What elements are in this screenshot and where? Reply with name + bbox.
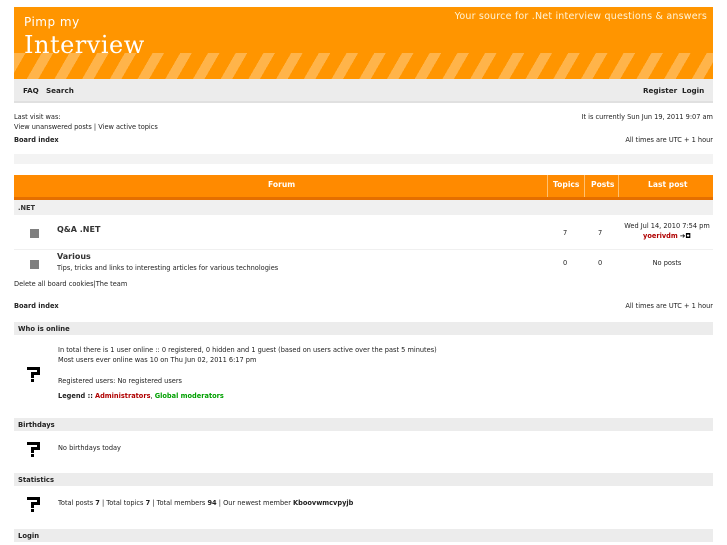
stat-label: | Our newest member: [216, 499, 293, 507]
who-online-panel: In total there is 1 user online :: 0 reg…: [14, 340, 713, 410]
active-topics-link[interactable]: View active topics: [98, 123, 158, 131]
link-divider: |: [93, 123, 97, 131]
view-latest-post-icon[interactable]: ➔◘: [680, 232, 691, 240]
header-separator: [547, 175, 548, 197]
online-record-text: Most users ever online was 10 on Thu Jun…: [58, 356, 257, 364]
forum-col-header: Forum: [268, 180, 296, 189]
topics-count: 0: [563, 259, 568, 267]
stat-label: | Total topics: [99, 499, 146, 507]
posts-count: 7: [598, 229, 603, 237]
spacer-band: [14, 154, 713, 164]
unanswered-posts-link[interactable]: View unanswered posts: [14, 123, 92, 131]
login-header: Login: [14, 529, 713, 542]
category-name[interactable]: .NET: [18, 204, 35, 212]
stats-icon: [27, 497, 40, 512]
statistics-text: Total posts 7 | Total topics 7 | Total m…: [58, 499, 353, 507]
login-link[interactable]: Login: [682, 86, 704, 95]
last-post-col-header: Last post: [648, 180, 688, 189]
topics-col-header: Topics: [553, 180, 580, 189]
stats-icon: [27, 442, 40, 457]
birthdays-text: No birthdays today: [58, 444, 121, 452]
faq-link[interactable]: FAQ: [23, 86, 39, 95]
topics-count: 7: [563, 229, 568, 237]
current-time-text: It is currently Sun Jun 19, 2011 9:07 am: [581, 113, 713, 121]
last-post-user[interactable]: yoerivdm: [643, 232, 678, 240]
birthdays-title: Birthdays: [18, 421, 55, 429]
last-visit-text: Last visit was:: [14, 113, 61, 121]
last-post-none: No posts: [652, 259, 682, 267]
legend-global-moderators[interactable]: Global moderators: [155, 392, 224, 400]
forum-title[interactable]: Various: [57, 252, 91, 261]
stat-label: | Total members: [150, 499, 208, 507]
view-links: View unanswered posts | View active topi…: [14, 123, 158, 131]
who-online-header: Who is online: [14, 322, 713, 335]
legend-comma: ,: [150, 392, 153, 400]
board-index-link[interactable]: Board index: [14, 136, 59, 144]
forum-description: Tips, tricks and links to interesting ar…: [57, 264, 279, 272]
header-banner: Pimp my Interview Your source for .Net i…: [14, 7, 713, 79]
last-post-info: yoerivdm ➔◘: [621, 232, 713, 240]
statistics-title: Statistics: [18, 476, 55, 484]
forum-read-icon: [30, 260, 39, 269]
logo-big-text[interactable]: Interview: [24, 31, 145, 59]
legend-administrators[interactable]: Administrators: [95, 392, 151, 400]
newest-member-link[interactable]: Kboovwmcvpyjb: [293, 499, 353, 507]
nav-bar: FAQ Search Register Login: [14, 79, 713, 103]
header-separator: [618, 175, 619, 197]
forum-table-header: Forum Topics Posts Last post: [14, 175, 713, 197]
delete-cookies-link[interactable]: Delete all board cookies: [14, 280, 94, 288]
login-title: Login: [18, 532, 40, 540]
header-separator: [584, 175, 585, 197]
posts-count: 0: [598, 259, 603, 267]
registered-users-text: Registered users: No registered users: [58, 377, 182, 385]
team-link[interactable]: The team: [96, 280, 127, 288]
register-link[interactable]: Register: [643, 86, 677, 95]
birthdays-header: Birthdays: [14, 418, 713, 431]
posts-col-header: Posts: [591, 180, 615, 189]
search-link[interactable]: Search: [46, 86, 74, 95]
logo-small-text[interactable]: Pimp my: [24, 15, 80, 29]
who-online-title[interactable]: Who is online: [18, 325, 70, 333]
forum-read-icon: [30, 229, 39, 238]
online-total-text: In total there is 1 user online :: 0 reg…: [58, 346, 437, 354]
stat-members: 94: [207, 499, 217, 507]
timezone-text: All times are UTC + 1 hour: [625, 136, 713, 144]
stats-icon: [27, 367, 40, 382]
site-tagline: Your source for .Net interview questions…: [454, 11, 707, 22]
timezone-text: All times are UTC + 1 hour: [625, 302, 713, 310]
board-footer-links: Delete all board cookies|The team: [14, 280, 127, 288]
birthdays-panel: No birthdays today: [14, 436, 713, 464]
legend: Legend :: Administrators, Global moderat…: [58, 392, 224, 400]
last-post-date: Wed Jul 14, 2010 7:54 pm: [624, 222, 710, 230]
forum-row: Q&A .NET 7 7 Wed Jul 14, 2010 7:54 pm yo…: [14, 216, 713, 250]
category-row: .NET: [14, 200, 713, 215]
stat-label: Total posts: [58, 499, 96, 507]
legend-label: Legend ::: [58, 392, 93, 400]
forum-title[interactable]: Q&A .NET: [57, 225, 100, 234]
statistics-panel: Total posts 7 | Total topics 7 | Total m…: [14, 491, 713, 519]
forum-row: Various Tips, tricks and links to intere…: [14, 250, 713, 277]
statistics-header: Statistics: [14, 473, 713, 486]
board-index-link[interactable]: Board index: [14, 302, 59, 310]
